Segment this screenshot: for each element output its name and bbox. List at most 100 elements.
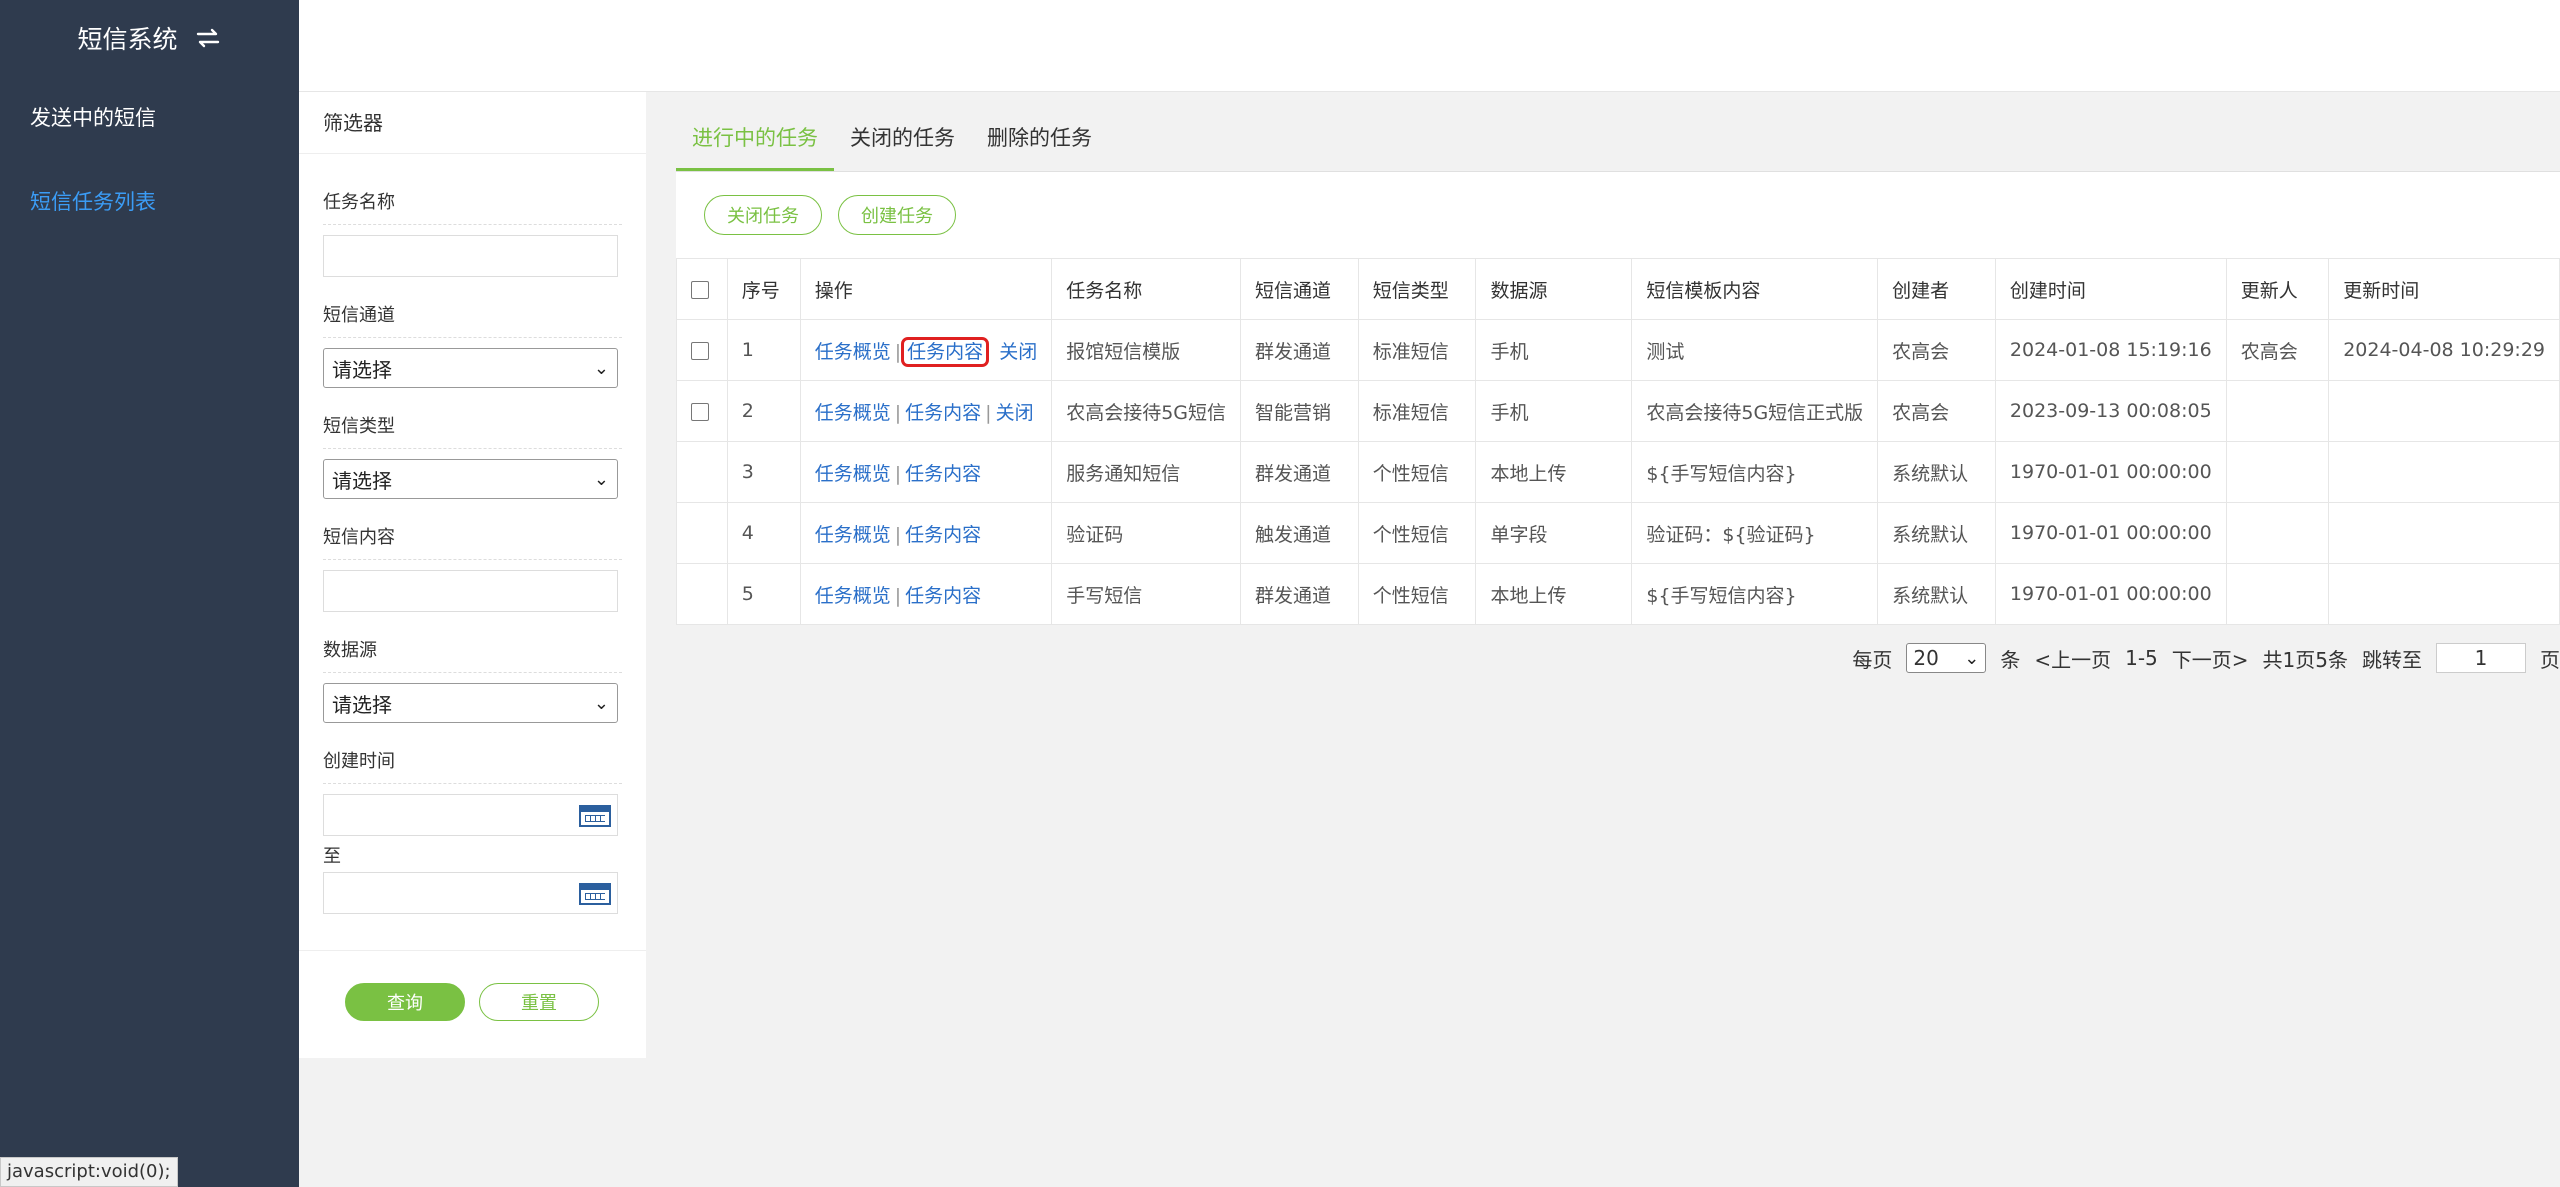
- next-page-link[interactable]: 下一页>: [2172, 644, 2249, 673]
- filter-divider: [299, 950, 646, 951]
- task-content-link[interactable]: 任务内容: [905, 402, 981, 424]
- datasource-select[interactable]: 请选择 ⌄: [323, 683, 618, 723]
- row-created: 1970-01-01 00:00:00: [1994, 563, 2227, 625]
- row-template: 农高会接待5G短信正式版: [1631, 380, 1879, 442]
- task-overview-link[interactable]: 任务概览: [815, 402, 891, 424]
- row-channel: 群发通道: [1240, 441, 1359, 503]
- sidebar-item-sms-task-list[interactable]: 短信任务列表: [0, 160, 299, 244]
- col-source: 数据源: [1475, 258, 1633, 320]
- app-brand: 短信系统: [0, 0, 299, 76]
- row-updater: [2225, 380, 2330, 442]
- task-overview-link[interactable]: 任务概览: [815, 585, 891, 607]
- row-updated: [2328, 441, 2560, 503]
- row-channel: 智能营销: [1240, 380, 1359, 442]
- row-source: 本地上传: [1475, 563, 1633, 625]
- row-ops: 任务概览 | 任务内容: [799, 502, 1053, 564]
- row-name: 验证码: [1051, 502, 1242, 564]
- chevron-down-icon: ⌄: [1964, 647, 1980, 669]
- col-type: 短信类型: [1357, 258, 1477, 320]
- separator: |: [894, 401, 902, 424]
- reset-button[interactable]: 重置: [479, 983, 599, 1021]
- field-created-time: 创建时间 至: [299, 747, 646, 914]
- row-template: ${手写短信内容}: [1631, 563, 1879, 625]
- task-panel: 关闭任务 创建任务 序号 操作 任务名称 短信通道 短信类型 数据源 短信模板内…: [676, 172, 2560, 625]
- task-overview-link[interactable]: 任务概览: [815, 524, 891, 546]
- row-updater: [2225, 502, 2330, 564]
- separator: [985, 341, 999, 363]
- task-content-link[interactable]: 任务内容: [905, 463, 981, 485]
- chevron-down-icon: ⌄: [593, 692, 609, 714]
- row-created: 2023-09-13 00:08:05: [1994, 380, 2227, 442]
- task-name-label: 任务名称: [323, 188, 622, 225]
- table-row: 2 任务概览 | 任务内容 | 关闭 农高会接待5G短信 智能营销 标准短信 手机 农高…: [676, 380, 2560, 442]
- to-label: 至: [323, 846, 341, 867]
- table-row: 5 任务概览 | 任务内容 手写短信 群发通道 个性短信 本地上传 ${手写短信内容…: [676, 563, 2560, 625]
- row-updated: 2024-04-08 10:29:29: [2328, 319, 2560, 381]
- chevron-down-icon: ⌄: [593, 357, 609, 379]
- row-created: 2024-01-08 15:19:16: [1994, 319, 2227, 381]
- per-page-select[interactable]: 20 ⌄: [1906, 643, 1987, 673]
- row-updated: [2328, 563, 2560, 625]
- row-ops: 任务概览 | 任务内容: [799, 441, 1053, 503]
- close-task-button[interactable]: 关闭任务: [704, 195, 822, 235]
- row-creator: 农高会: [1877, 380, 1996, 442]
- row-creator: 系统默认: [1877, 502, 1996, 564]
- row-checkbox[interactable]: [691, 402, 709, 421]
- task-name-input[interactable]: [323, 235, 618, 277]
- channel-select[interactable]: 请选择 ⌄: [323, 348, 618, 388]
- calendar-icon[interactable]: [579, 883, 611, 905]
- task-content-link[interactable]: 任务内容: [905, 524, 981, 546]
- calendar-icon[interactable]: [579, 805, 611, 827]
- sidebar-item-sending-sms[interactable]: 发送中的短信: [0, 76, 299, 160]
- created-start-input[interactable]: [323, 794, 618, 836]
- create-task-button[interactable]: 创建任务: [838, 195, 956, 235]
- col-channel: 短信通道: [1240, 258, 1359, 320]
- per-page-value: 20: [1913, 646, 1939, 670]
- row-checkbox[interactable]: [691, 341, 709, 360]
- jump-page-input[interactable]: 1: [2436, 643, 2526, 673]
- row-created: 1970-01-01 00:00:00: [1994, 502, 2227, 564]
- col-creator: 创建者: [1877, 258, 1996, 320]
- row-name: 农高会接待5G短信: [1051, 380, 1242, 442]
- task-content-link[interactable]: 任务内容: [901, 336, 990, 367]
- action-bar: 关闭任务 创建任务: [676, 172, 2560, 258]
- swap-icon[interactable]: [194, 24, 222, 52]
- tab-deleted[interactable]: 删除的任务: [971, 93, 1108, 171]
- tab-closed[interactable]: 关闭的任务: [834, 93, 971, 171]
- close-link[interactable]: 关闭: [996, 402, 1034, 424]
- row-updater: [2225, 441, 2330, 503]
- close-link[interactable]: 关闭: [999, 341, 1037, 363]
- separator: |: [894, 523, 902, 546]
- field-task-name: 任务名称: [299, 188, 646, 277]
- row-template: 测试: [1631, 319, 1879, 381]
- created-end-input[interactable]: [323, 872, 618, 914]
- row-checkbox-cell: [676, 441, 728, 503]
- type-select-value: 请选择: [332, 468, 392, 493]
- content-input[interactable]: [323, 570, 618, 612]
- row-no: 1: [726, 319, 801, 381]
- page-unit: 页: [2540, 647, 2560, 672]
- col-created: 创建时间: [1994, 258, 2227, 320]
- tab-in-progress[interactable]: 进行中的任务: [676, 93, 834, 171]
- pagination: 每页 20 ⌄ 条 <上一页 1-5 下一页> 共1页5条 跳转至 1 页: [676, 636, 2560, 680]
- row-source: 本地上传: [1475, 441, 1633, 503]
- row-checkbox-cell: [676, 319, 728, 381]
- task-overview-link[interactable]: 任务概览: [815, 341, 891, 363]
- row-creator: 系统默认: [1877, 441, 1996, 503]
- select-all-checkbox[interactable]: [691, 280, 709, 299]
- page-range: 1-5: [2125, 646, 2158, 670]
- type-select[interactable]: 请选择 ⌄: [323, 459, 618, 499]
- row-type: 标准短信: [1357, 319, 1477, 381]
- task-content-link[interactable]: 任务内容: [905, 585, 981, 607]
- query-button[interactable]: 查询: [345, 983, 465, 1021]
- task-table: 序号 操作 任务名称 短信通道 短信类型 数据源 短信模板内容 创建者 创建时间…: [676, 258, 2560, 625]
- col-updater: 更新人: [2225, 258, 2330, 320]
- separator: |: [985, 401, 992, 424]
- jump-page-value: 1: [2474, 646, 2488, 670]
- task-overview-link[interactable]: 任务概览: [815, 463, 891, 485]
- row-checkbox-cell: [676, 502, 728, 564]
- prev-page-link[interactable]: <上一页: [2034, 644, 2111, 673]
- row-checkbox-cell: [676, 380, 728, 442]
- datasource-label: 数据源: [323, 636, 622, 673]
- row-name: 手写短信: [1051, 563, 1242, 625]
